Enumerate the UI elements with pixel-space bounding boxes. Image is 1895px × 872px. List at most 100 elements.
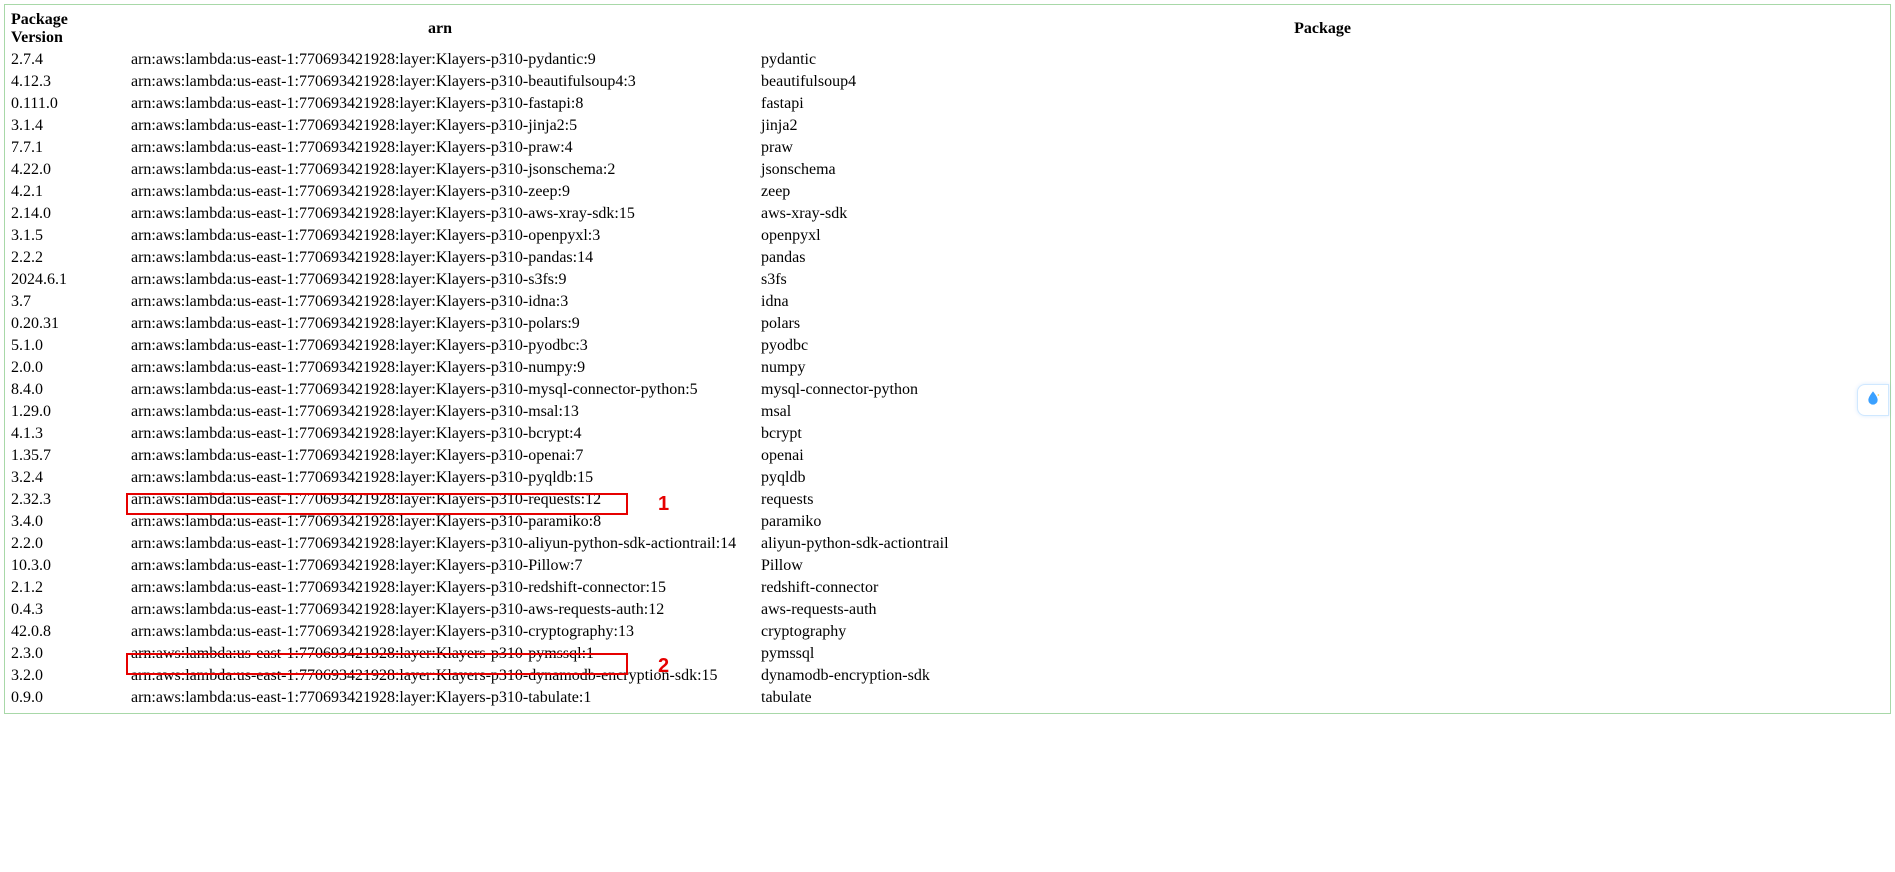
table-row: 3.7arn:aws:lambda:us-east-1:770693421928…	[5, 291, 1890, 313]
cell-version: 4.12.3	[5, 71, 125, 93]
cell-package: fastapi	[755, 93, 1890, 115]
cell-package: polars	[755, 313, 1890, 335]
cell-package: pydantic	[755, 49, 1890, 71]
cell-package: praw	[755, 137, 1890, 159]
cell-version: 0.4.3	[5, 599, 125, 621]
table-row: 1.29.0arn:aws:lambda:us-east-1:770693421…	[5, 401, 1890, 423]
cell-arn: arn:aws:lambda:us-east-1:770693421928:la…	[125, 49, 755, 71]
cell-package: aws-requests-auth	[755, 599, 1890, 621]
layers-table: Package Version arn Package 2.7.4arn:aws…	[5, 9, 1890, 709]
cell-package: pymssql	[755, 643, 1890, 665]
cell-version: 2.3.0	[5, 643, 125, 665]
cell-arn: arn:aws:lambda:us-east-1:770693421928:la…	[125, 313, 755, 335]
table-row: 4.1.3arn:aws:lambda:us-east-1:7706934219…	[5, 423, 1890, 445]
cell-package: redshift-connector	[755, 577, 1890, 599]
column-header-package: Package	[755, 9, 1890, 49]
table-row: 0.20.31arn:aws:lambda:us-east-1:77069342…	[5, 313, 1890, 335]
cell-version: 2.32.3	[5, 489, 125, 511]
table-row: 1.35.7arn:aws:lambda:us-east-1:770693421…	[5, 445, 1890, 467]
cell-version: 3.2.4	[5, 467, 125, 489]
table-row: 5.1.0arn:aws:lambda:us-east-1:7706934219…	[5, 335, 1890, 357]
column-header-version: Package Version	[5, 9, 125, 49]
table-row: 3.1.5arn:aws:lambda:us-east-1:7706934219…	[5, 225, 1890, 247]
cell-version: 2.7.4	[5, 49, 125, 71]
cell-version: 42.0.8	[5, 621, 125, 643]
cell-arn: arn:aws:lambda:us-east-1:770693421928:la…	[125, 291, 755, 313]
cell-version: 1.35.7	[5, 445, 125, 467]
cell-version: 4.22.0	[5, 159, 125, 181]
cell-arn: arn:aws:lambda:us-east-1:770693421928:la…	[125, 467, 755, 489]
cell-package: bcrypt	[755, 423, 1890, 445]
table-row: 3.1.4arn:aws:lambda:us-east-1:7706934219…	[5, 115, 1890, 137]
cell-arn: arn:aws:lambda:us-east-1:770693421928:la…	[125, 423, 755, 445]
cell-package: aliyun-python-sdk-actiontrail	[755, 533, 1890, 555]
cell-version: 2.0.0	[5, 357, 125, 379]
cell-version: 2.2.2	[5, 247, 125, 269]
cell-package: tabulate	[755, 687, 1890, 709]
cell-arn: arn:aws:lambda:us-east-1:770693421928:la…	[125, 401, 755, 423]
cell-version: 2.1.2	[5, 577, 125, 599]
cell-version: 3.7	[5, 291, 125, 313]
table-row: 4.2.1arn:aws:lambda:us-east-1:7706934219…	[5, 181, 1890, 203]
cell-arn: arn:aws:lambda:us-east-1:770693421928:la…	[125, 489, 755, 511]
cell-package: dynamodb-encryption-sdk	[755, 665, 1890, 687]
table-row: 4.22.0arn:aws:lambda:us-east-1:770693421…	[5, 159, 1890, 181]
table-row: 0.9.0arn:aws:lambda:us-east-1:7706934219…	[5, 687, 1890, 709]
table-row: 2.2.0arn:aws:lambda:us-east-1:7706934219…	[5, 533, 1890, 555]
cell-version: 1.29.0	[5, 401, 125, 423]
cell-package: pyodbc	[755, 335, 1890, 357]
cell-version: 0.111.0	[5, 93, 125, 115]
table-row: 0.111.0arn:aws:lambda:us-east-1:77069342…	[5, 93, 1890, 115]
cell-package: s3fs	[755, 269, 1890, 291]
table-row: 42.0.8arn:aws:lambda:us-east-1:770693421…	[5, 621, 1890, 643]
table-row: 4.12.3arn:aws:lambda:us-east-1:770693421…	[5, 71, 1890, 93]
cell-arn: arn:aws:lambda:us-east-1:770693421928:la…	[125, 335, 755, 357]
cell-package: zeep	[755, 181, 1890, 203]
layers-table-container: Package Version arn Package 2.7.4arn:aws…	[4, 4, 1891, 714]
cell-version: 5.1.0	[5, 335, 125, 357]
cell-package: Pillow	[755, 555, 1890, 577]
cell-package: requests	[755, 489, 1890, 511]
table-row: 3.2.0arn:aws:lambda:us-east-1:7706934219…	[5, 665, 1890, 687]
cell-version: 10.3.0	[5, 555, 125, 577]
cell-arn: arn:aws:lambda:us-east-1:770693421928:la…	[125, 687, 755, 709]
cell-arn: arn:aws:lambda:us-east-1:770693421928:la…	[125, 247, 755, 269]
cell-package: msal	[755, 401, 1890, 423]
cell-arn: arn:aws:lambda:us-east-1:770693421928:la…	[125, 379, 755, 401]
cell-arn: arn:aws:lambda:us-east-1:770693421928:la…	[125, 621, 755, 643]
table-row: 3.4.0arn:aws:lambda:us-east-1:7706934219…	[5, 511, 1890, 533]
cell-package: cryptography	[755, 621, 1890, 643]
cell-package: paramiko	[755, 511, 1890, 533]
cell-arn: arn:aws:lambda:us-east-1:770693421928:la…	[125, 203, 755, 225]
cell-arn: arn:aws:lambda:us-east-1:770693421928:la…	[125, 137, 755, 159]
table-row: 2.14.0arn:aws:lambda:us-east-1:770693421…	[5, 203, 1890, 225]
table-row: 7.7.1arn:aws:lambda:us-east-1:7706934219…	[5, 137, 1890, 159]
cell-version: 2.2.0	[5, 533, 125, 555]
cell-package: openai	[755, 445, 1890, 467]
cell-arn: arn:aws:lambda:us-east-1:770693421928:la…	[125, 577, 755, 599]
droplet-badge[interactable]	[1857, 384, 1889, 416]
cell-version: 2.14.0	[5, 203, 125, 225]
cell-package: beautifulsoup4	[755, 71, 1890, 93]
cell-version: 7.7.1	[5, 137, 125, 159]
cell-arn: arn:aws:lambda:us-east-1:770693421928:la…	[125, 533, 755, 555]
cell-version: 3.1.4	[5, 115, 125, 137]
cell-package: mysql-connector-python	[755, 379, 1890, 401]
cell-version: 0.20.31	[5, 313, 125, 335]
cell-package: pyqldb	[755, 467, 1890, 489]
cell-arn: arn:aws:lambda:us-east-1:770693421928:la…	[125, 445, 755, 467]
cell-package: openpyxl	[755, 225, 1890, 247]
table-row: 10.3.0arn:aws:lambda:us-east-1:770693421…	[5, 555, 1890, 577]
table-row: 2.2.2arn:aws:lambda:us-east-1:7706934219…	[5, 247, 1890, 269]
table-row: 2.32.3arn:aws:lambda:us-east-1:770693421…	[5, 489, 1890, 511]
cell-arn: arn:aws:lambda:us-east-1:770693421928:la…	[125, 115, 755, 137]
cell-arn: arn:aws:lambda:us-east-1:770693421928:la…	[125, 555, 755, 577]
cell-package: jsonschema	[755, 159, 1890, 181]
table-row: 2.7.4arn:aws:lambda:us-east-1:7706934219…	[5, 49, 1890, 71]
cell-arn: arn:aws:lambda:us-east-1:770693421928:la…	[125, 181, 755, 203]
cell-arn: arn:aws:lambda:us-east-1:770693421928:la…	[125, 665, 755, 687]
cell-version: 3.2.0	[5, 665, 125, 687]
cell-version: 0.9.0	[5, 687, 125, 709]
cell-package: pandas	[755, 247, 1890, 269]
cell-version: 2024.6.1	[5, 269, 125, 291]
